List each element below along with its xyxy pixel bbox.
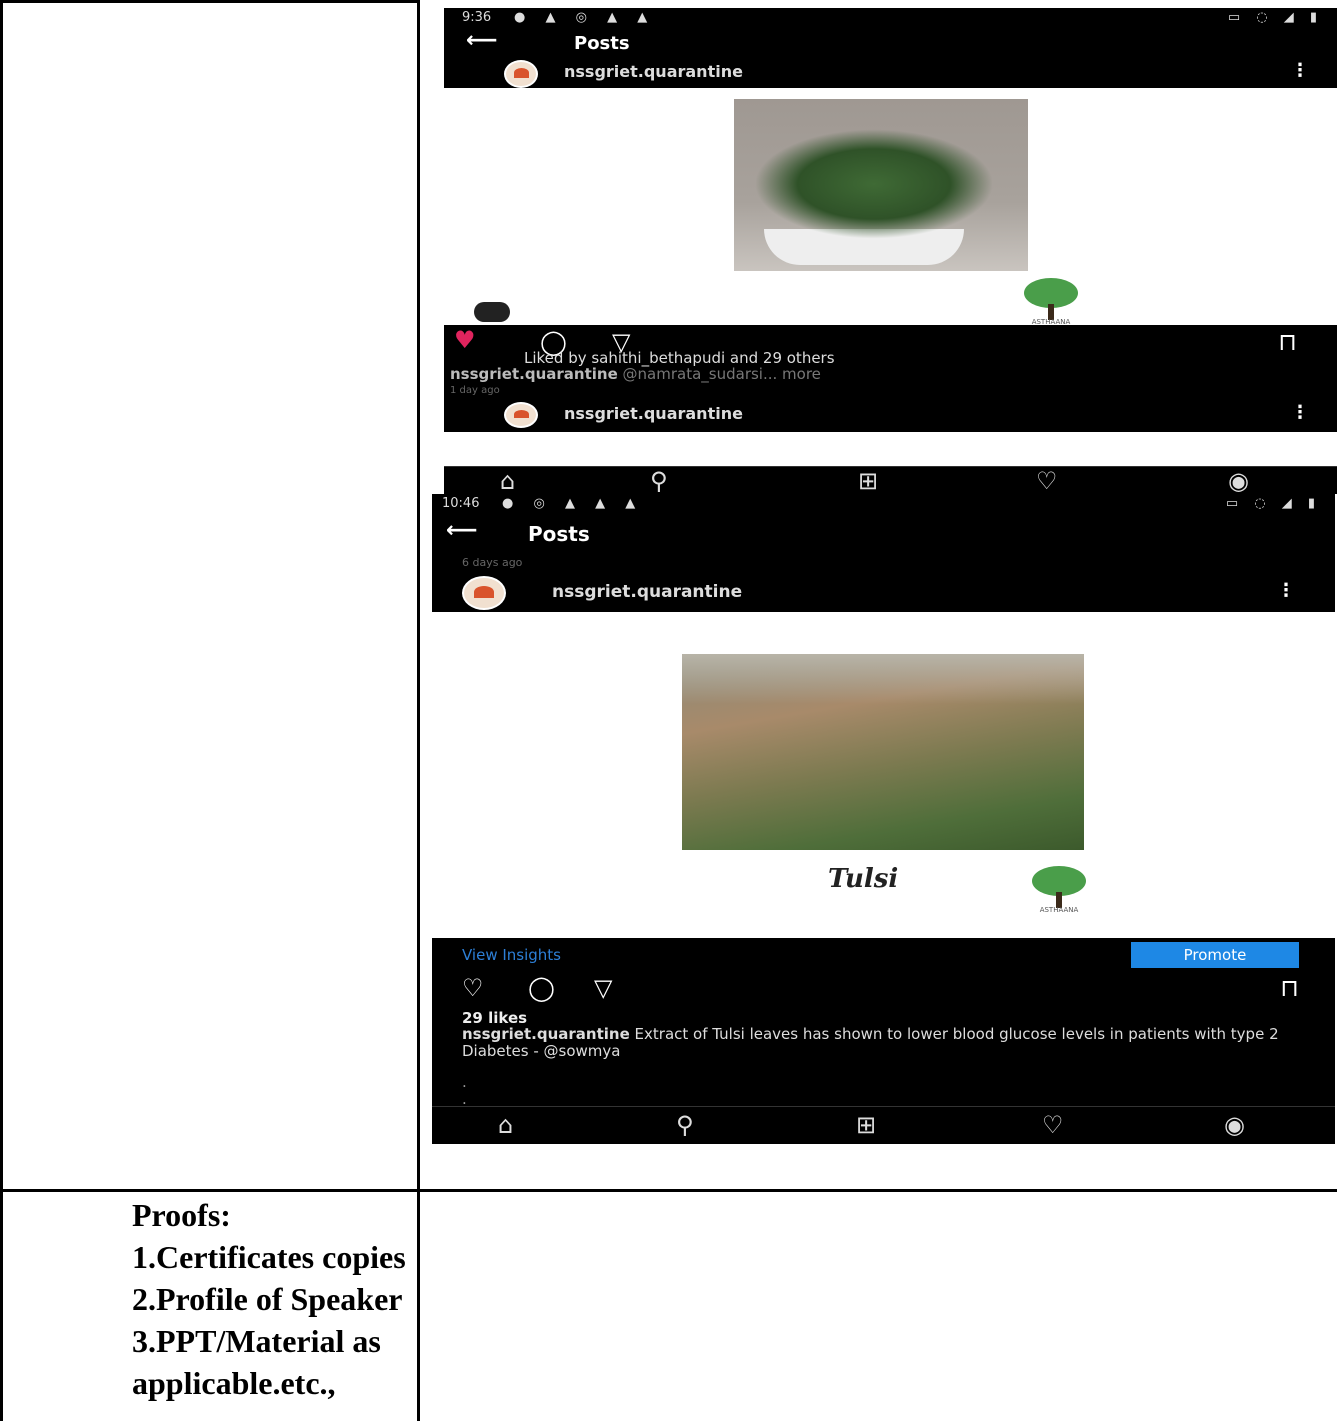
tulsi-photo [682,654,1084,850]
status-bar: 10:46 ● ◎ ▲ ▲ ▲ ▭ ◌ ◢ ▮ [432,494,1335,516]
bottom-nav: ⌂ ⚲ ⊞ ♡ ◉ [444,466,1337,494]
add-icon[interactable]: ⊞ [858,467,878,494]
bookmark-icon[interactable]: ⊓ [1280,974,1299,1002]
system-icons: ▭ ◌ ◢ ▮ [1225,496,1321,511]
avatar[interactable] [504,60,538,88]
caption-username[interactable]: nssgriet.quarantine [450,365,618,383]
page-title: Posts [528,522,590,546]
bookmark-icon[interactable]: ⊓ [1278,328,1297,356]
post-image-area: Tulsi ASTHAANA [432,612,1335,938]
proofs-list: Proofs: 1.Certificates copies 2.Profile … [132,1194,406,1404]
table-left-border [0,0,3,1421]
table-column-divider [417,0,420,1421]
back-arrow-icon[interactable]: ⟵ [446,518,478,543]
back-arrow-icon[interactable]: ⟵ [466,28,498,53]
avatar[interactable] [462,576,506,610]
post-username[interactable]: nssgriet.quarantine [552,582,742,602]
page-title: Posts [574,33,630,54]
tag-people-icon[interactable] [474,302,510,322]
comment-icon[interactable]: ◯ [528,974,555,1002]
logo-tree: ASTHAANA [1024,866,1094,916]
notification-icons: ● ◎ ▲ ▲ ▲ [502,496,644,511]
search-icon[interactable]: ⚲ [676,1111,694,1139]
profile-icon[interactable]: ◉ [1224,1111,1245,1139]
activity-icon[interactable]: ♡ [1036,467,1058,494]
posts-header: ⟵ Posts [444,28,1337,60]
kebab-menu-icon[interactable]: ⋮ [1291,60,1309,81]
kebab-menu-icon[interactable]: ⋮ [1291,402,1309,423]
post-actions: ♡ ◯ ▽ ⊓ [432,974,1335,1008]
heart-icon[interactable]: ♡ [462,974,484,1002]
kebab-menu-icon[interactable]: ⋮ [1277,580,1295,601]
time-ago: 1 day ago [450,385,500,396]
next-post-image [444,432,1337,466]
table-top-border [0,0,420,3]
proofs-heading: Proofs: [132,1197,231,1233]
search-icon[interactable]: ⚲ [650,467,668,494]
posts-header: ⟵ Posts [432,518,1335,548]
caption-line: nssgriet.quarantine @namrata_sudarsi... … [450,366,821,383]
post-username[interactable]: nssgriet.quarantine [564,404,743,423]
proofs-item-ppt-material: 3.PPT/Material as [132,1323,381,1359]
instagram-screenshot-1: 9:36 ● ▲ ◎ ▲ ▲ ▭ ◌ ◢ ▮ ⟵ Posts nssgriet.… [444,8,1337,494]
caption-username[interactable]: nssgriet.quarantine [462,1025,630,1043]
caption-text: @namrata_sudarsi... more [622,365,821,383]
instagram-screenshot-2: 10:46 ● ◎ ▲ ▲ ▲ ▭ ◌ ◢ ▮ ⟵ Posts 6 days a… [432,494,1335,1144]
status-bar: 9:36 ● ▲ ◎ ▲ ▲ ▭ ◌ ◢ ▮ [444,8,1337,30]
bottom-nav: ⌂ ⚲ ⊞ ♡ ◉ [432,1106,1335,1144]
view-insights-link[interactable]: View Insights [462,946,561,964]
post-image-area: ASTHAANA [444,88,1337,328]
logo-tree: ASTHAANA [1016,278,1086,328]
plant-photo [734,99,1028,271]
next-post-header: nssgriet.quarantine ⋮ [444,402,1337,432]
status-time: 10:46 [442,496,480,511]
post-header: nssgriet.quarantine ⋮ [432,576,1335,612]
home-icon[interactable]: ⌂ [500,467,515,494]
heart-icon[interactable]: ♥ [454,326,476,354]
tulsi-label: Tulsi [828,864,899,894]
activity-icon[interactable]: ♡ [1042,1111,1064,1139]
add-icon[interactable]: ⊞ [856,1111,876,1139]
post-username[interactable]: nssgriet.quarantine [564,62,743,81]
caption-dots: . . [462,1073,467,1108]
notification-icons: ● ▲ ◎ ▲ ▲ [514,10,656,25]
proofs-item-certificates: 1.Certificates copies [132,1239,406,1275]
insights-bar: View Insights Promote [432,938,1335,972]
proofs-item-speaker-profile: 2.Profile of Speaker [132,1281,403,1317]
avatar[interactable] [504,402,538,428]
table-row-divider [0,1189,1337,1192]
days-ago: 6 days ago [462,556,523,569]
system-icons: ▭ ◌ ◢ ▮ [1227,10,1323,25]
share-icon[interactable]: ▽ [594,974,612,1002]
proofs-item-applicable: applicable.etc., [132,1365,336,1401]
profile-icon[interactable]: ◉ [1228,467,1249,494]
status-time: 9:36 [462,10,492,25]
home-icon[interactable]: ⌂ [498,1111,513,1139]
promote-button[interactable]: Promote [1131,942,1299,968]
caption-block: nssgriet.quarantine Extract of Tulsi lea… [462,1026,1302,1060]
